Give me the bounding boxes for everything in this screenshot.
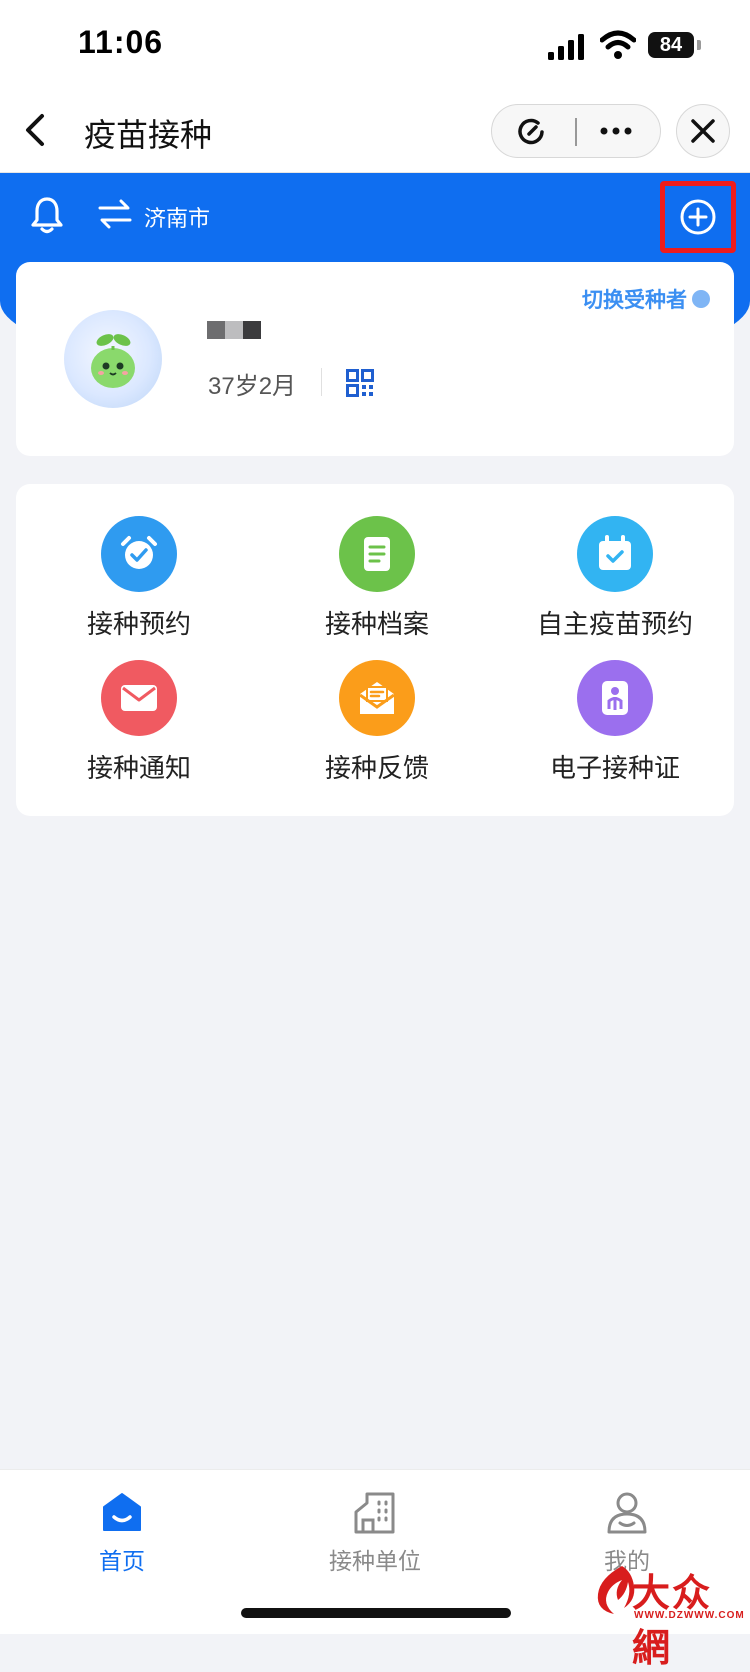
home-indicator — [241, 1608, 511, 1618]
envelope-icon — [101, 660, 177, 736]
function-label: 电子接种证 — [549, 753, 680, 783]
tab-label: 接种单位 — [329, 1548, 421, 1574]
wifi-icon — [600, 30, 636, 59]
age-label: 37岁2月 — [208, 373, 297, 400]
function-item-records[interactable]: 接种档案 — [267, 516, 487, 646]
avatar — [64, 310, 162, 408]
watermark-url: WWW.DZWWW.COM — [634, 1610, 745, 1621]
back-arrow-icon[interactable] — [18, 110, 54, 150]
cellular-signal-icon — [548, 34, 584, 60]
plus-circle-icon — [680, 199, 716, 235]
more-options-icon[interactable] — [596, 113, 636, 149]
switch-recipient-label: 切换受种者 — [582, 289, 687, 312]
function-label: 接种通知 — [86, 753, 191, 783]
name-redacted — [207, 321, 263, 339]
tab-vaccination-units[interactable]: 接种单位 — [295, 1480, 455, 1580]
function-item-notice[interactable]: 接种通知 — [29, 660, 249, 790]
navigation-bar: 疫苗接种 — [0, 92, 750, 173]
certificate-icon — [577, 660, 653, 736]
battery-indicator: 84 — [648, 32, 694, 58]
flame-logo-icon — [597, 1566, 635, 1614]
function-item-self-booking[interactable]: 自主疫苗预约 — [505, 516, 725, 646]
function-item-appointment[interactable]: 接种预约 — [29, 516, 249, 646]
user-icon — [607, 1492, 647, 1534]
recipient-card: 37岁2月 切换受种者 — [16, 262, 734, 456]
chevron-down-icon — [692, 290, 710, 309]
building-icon — [354, 1492, 395, 1534]
function-label: 自主疫苗预约 — [536, 609, 693, 639]
bell-icon[interactable] — [30, 195, 64, 235]
location-header: 济南市 — [0, 173, 750, 261]
function-label: 接种预约 — [86, 609, 191, 639]
function-item-e-certificate[interactable]: 电子接种证 — [505, 660, 725, 790]
alarm-clock-icon — [101, 516, 177, 592]
miniprogram-capsule — [491, 104, 661, 158]
function-item-feedback[interactable]: 接种反馈 — [267, 660, 487, 790]
switch-recipient-button[interactable]: 切换受种者 — [582, 284, 710, 314]
watermark-logo: 大众網 WWW.DZWWW.COM — [592, 1562, 745, 1670]
function-label: 接种反馈 — [324, 753, 429, 783]
function-grid: 接种预约 接种档案 自主疫苗预约 接种通知 接种反馈 电子接种证 — [16, 484, 734, 816]
city-label[interactable]: 济南市 — [144, 201, 210, 233]
tab-home[interactable]: 首页 — [42, 1480, 202, 1580]
status-bar: 11:06 84 — [0, 0, 750, 92]
refresh-icon[interactable] — [516, 117, 546, 147]
function-label: 接种档案 — [324, 609, 429, 639]
page-title: 疫苗接种 — [84, 117, 213, 153]
qr-code-icon[interactable] — [346, 369, 374, 397]
calendar-check-icon — [577, 516, 653, 592]
sprout-mascot-icon — [91, 334, 135, 388]
status-time: 11:06 — [78, 24, 164, 60]
switch-city-icon[interactable] — [98, 197, 132, 231]
home-icon — [103, 1493, 141, 1531]
divider — [321, 368, 322, 396]
battery-tip — [697, 40, 701, 50]
tab-label: 首页 — [99, 1548, 145, 1574]
document-icon — [339, 516, 415, 592]
close-icon — [691, 119, 715, 143]
add-button[interactable] — [660, 181, 736, 253]
close-button[interactable] — [676, 104, 730, 158]
open-mail-icon — [339, 660, 415, 736]
capsule-divider — [575, 118, 577, 146]
